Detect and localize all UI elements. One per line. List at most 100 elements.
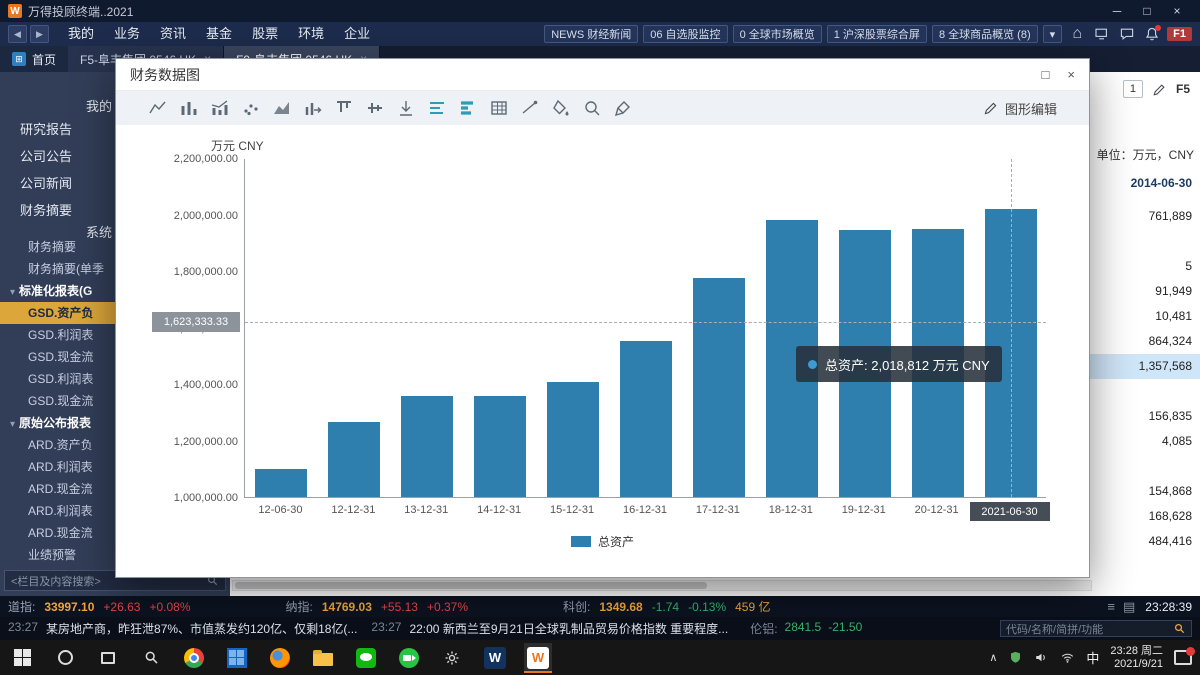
chart-edit-button[interactable]: 图形编辑 — [983, 99, 1057, 118]
video-app-icon[interactable] — [395, 643, 423, 673]
hbar-series-icon[interactable] — [458, 98, 478, 118]
list-icon[interactable]: ≡ — [1107, 599, 1115, 615]
dialog-close-icon[interactable]: × — [1067, 67, 1075, 82]
scatter-chart-icon[interactable] — [241, 98, 261, 118]
menu-item-基金[interactable]: 基金 — [196, 22, 242, 46]
x-axis-label: 19-12-31 — [829, 504, 899, 516]
chart-area: 万元 CNY 2,200,000.002,000,000.001,800,000… — [116, 125, 1089, 577]
bar-15-12-31[interactable] — [547, 382, 599, 497]
panel-icon[interactable]: ▤ — [1123, 599, 1135, 615]
bar-12-12-31[interactable] — [328, 422, 380, 497]
x-axis-label: 14-12-31 — [464, 504, 534, 516]
menu-item-企业[interactable]: 企业 — [334, 22, 380, 46]
firefox-icon[interactable] — [266, 643, 294, 673]
align-middle-icon[interactable] — [365, 98, 385, 118]
menu-item-我的[interactable]: 我的 — [58, 22, 104, 46]
back-icon[interactable]: ◀ — [8, 25, 27, 43]
ime-indicator[interactable]: 中 — [1086, 648, 1099, 667]
financial-chart-dialog: 财务数据图 □ × 图形编辑 万元 CNY 2,200,000.002,000,… — [115, 58, 1090, 578]
zoom-icon[interactable] — [582, 98, 602, 118]
brush-icon[interactable] — [613, 98, 633, 118]
dialog-maximize-icon[interactable]: □ — [1042, 67, 1050, 82]
tree-expand-icon[interactable]: ▾ — [10, 419, 15, 430]
x-axis-label: 12-06-30 — [245, 504, 315, 516]
minimize-icon[interactable]: ─ — [1102, 0, 1132, 22]
menu-item-环境[interactable]: 环境 — [288, 22, 334, 46]
index-bar-groups: 道指:33997.10+26.63+0.08% 纳指:14769.03+55.13… — [8, 598, 865, 615]
bar-14-12-31[interactable] — [474, 396, 526, 497]
table-grid-icon[interactable] — [489, 98, 509, 118]
commodity-quote[interactable]: 伦铝: 2841.5 -21.50 — [750, 620, 862, 637]
news-item[interactable]: 23:2722:00 新西兰至9月21日全球乳制品贸易价格指数 重要程度... — [371, 620, 728, 637]
security-shield-icon[interactable] — [1008, 650, 1023, 665]
wechat-icon[interactable] — [352, 643, 380, 673]
tray-expand-icon[interactable]: ∧ — [989, 651, 997, 664]
taskbar-search-icon[interactable] — [137, 643, 165, 673]
menu-item-股票[interactable]: 股票 — [242, 22, 288, 46]
crosshair-x-label: 2021-06-30 — [970, 502, 1050, 521]
horizontal-scrollbar[interactable] — [232, 580, 1092, 591]
dropdown-chevron-icon[interactable]: ▾ — [1043, 25, 1063, 43]
fill-color-icon[interactable] — [551, 98, 571, 118]
f5-label[interactable]: F5 — [1176, 82, 1190, 96]
start-button[interactable] — [8, 643, 36, 673]
news-headline[interactable]: 22:00 新西兰至9月21日全球乳制品贸易价格指数 重要程度... — [409, 620, 728, 637]
quick-item-3[interactable]: 1 沪深股票综合屏 — [827, 25, 927, 43]
bar-17-12-31[interactable] — [693, 278, 745, 497]
wind-terminal-app-icon[interactable]: W — [524, 643, 552, 673]
quick-item-0[interactable]: NEWS 财经新闻 — [544, 25, 638, 43]
quick-item-1[interactable]: 06 自选股监控 — [643, 25, 727, 43]
chrome-icon[interactable] — [180, 643, 208, 673]
quick-item-4[interactable]: 8 全球商品概览 (8) — [932, 25, 1038, 43]
trend-line-icon[interactable] — [520, 98, 540, 118]
menu-item-资讯[interactable]: 资讯 — [150, 22, 196, 46]
bar-line-chart-icon[interactable] — [210, 98, 230, 118]
menu-item-业务[interactable]: 业务 — [104, 22, 150, 46]
bar-12-06-30[interactable] — [255, 469, 307, 497]
search-icon — [1173, 622, 1186, 635]
align-top-icon[interactable] — [334, 98, 354, 118]
page-number-badge[interactable]: 1 — [1123, 80, 1143, 98]
index-change: +55.13 — [381, 600, 418, 614]
home-tab-label: 首页 — [32, 51, 56, 68]
scrollbar-thumb[interactable] — [235, 582, 707, 589]
arrow-down-icon[interactable] — [396, 98, 416, 118]
maximize-icon[interactable]: □ — [1132, 0, 1162, 22]
close-icon[interactable]: × — [1162, 0, 1192, 22]
index-quote-纳指[interactable]: 纳指:14769.03+55.13+0.37% — [286, 598, 469, 615]
cortana-button[interactable] — [51, 643, 79, 673]
tiles-app-icon[interactable] — [223, 643, 251, 673]
tree-expand-icon[interactable]: ▾ — [10, 287, 15, 298]
wind-app-icon[interactable]: W — [481, 643, 509, 673]
quick-item-2[interactable]: 0 全球市场概览 — [733, 25, 822, 43]
index-quote-道指[interactable]: 道指:33997.10+26.63+0.08% — [8, 598, 191, 615]
y-axis-label: 2,000,000.00 — [124, 210, 238, 222]
area-chart-icon[interactable] — [272, 98, 292, 118]
bar-13-12-31[interactable] — [401, 396, 453, 497]
chat-icon[interactable] — [1117, 24, 1137, 44]
code-search-input[interactable]: 代码/名称/简拼/功能 — [1000, 620, 1192, 637]
bar-chart-icon[interactable] — [179, 98, 199, 118]
index-quote-科创[interactable]: 科创:1349.68-1.74-0.13%459 亿 — [563, 598, 770, 615]
action-center-icon[interactable] — [1174, 650, 1192, 665]
news-headline[interactable]: 某房地产商，昨狂泄87%、市值蒸发约120亿、仅剩18亿(... — [46, 620, 357, 637]
index-change-pct: +0.08% — [149, 600, 190, 614]
tab-home[interactable]: ⊞ 首页 — [0, 46, 68, 72]
sidebar-fragment-top[interactable]: 我的 — [86, 96, 112, 115]
bar-16-12-31[interactable] — [620, 341, 672, 497]
taskbar-clock[interactable]: 23:28 周二 2021/9/21 — [1110, 645, 1163, 671]
hline-series-icon[interactable] — [427, 98, 447, 118]
settings-gear-icon[interactable] — [438, 643, 466, 673]
news-item[interactable]: 23:27某房地产商，昨狂泄87%、市值蒸发约120亿、仅剩18亿(... — [8, 620, 357, 637]
bell-icon[interactable] — [1142, 24, 1162, 44]
task-view-button[interactable] — [94, 643, 122, 673]
volume-icon[interactable] — [1034, 650, 1049, 665]
file-explorer-icon[interactable] — [309, 643, 337, 673]
home-icon[interactable]: ⌂ — [1067, 24, 1087, 44]
bar-export-icon[interactable] — [303, 98, 323, 118]
forward-icon[interactable]: ▶ — [30, 25, 49, 43]
f1-badge[interactable]: F1 — [1167, 27, 1192, 41]
line-chart-icon[interactable] — [148, 98, 168, 118]
edit-monitor-icon[interactable] — [1092, 24, 1112, 44]
network-icon[interactable] — [1060, 650, 1075, 665]
